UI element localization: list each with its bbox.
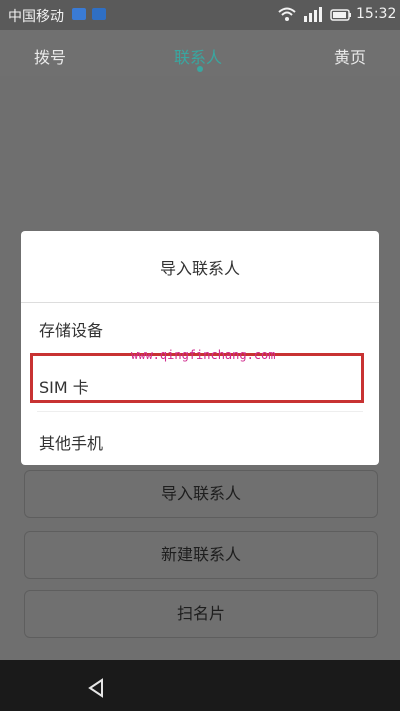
status-bar: 中国移动 15:32 [0,0,400,30]
wifi-icon [278,7,296,21]
scan-card-button[interactable]: 扫名片 [24,590,378,638]
battery-icon [330,9,351,21]
active-tab-indicator [197,66,203,72]
tab-dial[interactable]: 拨号 [34,44,66,68]
option-other-phone[interactable]: 其他手机 [39,430,103,454]
status-time: 15:32 [356,6,397,22]
divider [21,302,379,303]
import-contacts-button[interactable]: 导入联系人 [24,470,378,518]
signal-icon [304,7,322,22]
option-sim-card[interactable]: SIM 卡 [39,374,89,398]
notification-icon [92,8,106,20]
navigation-bar [0,660,400,711]
watermark-text: www.qingfinchang.com [131,348,276,362]
import-contacts-dialog: 导入联系人 存储设备 SIM 卡 www.qingfinchang.com 其他… [21,231,379,465]
carrier-label: 中国移动 [8,9,64,25]
option-storage-device[interactable]: 存储设备 [39,317,103,341]
divider [37,411,363,412]
dialog-title: 导入联系人 [159,259,240,278]
tab-contacts[interactable]: 联系人 [174,44,222,68]
back-icon[interactable] [86,678,106,698]
tab-yellow-pages[interactable]: 黄页 [334,44,366,68]
new-contact-button[interactable]: 新建联系人 [24,531,378,579]
notification-icon [72,8,86,20]
